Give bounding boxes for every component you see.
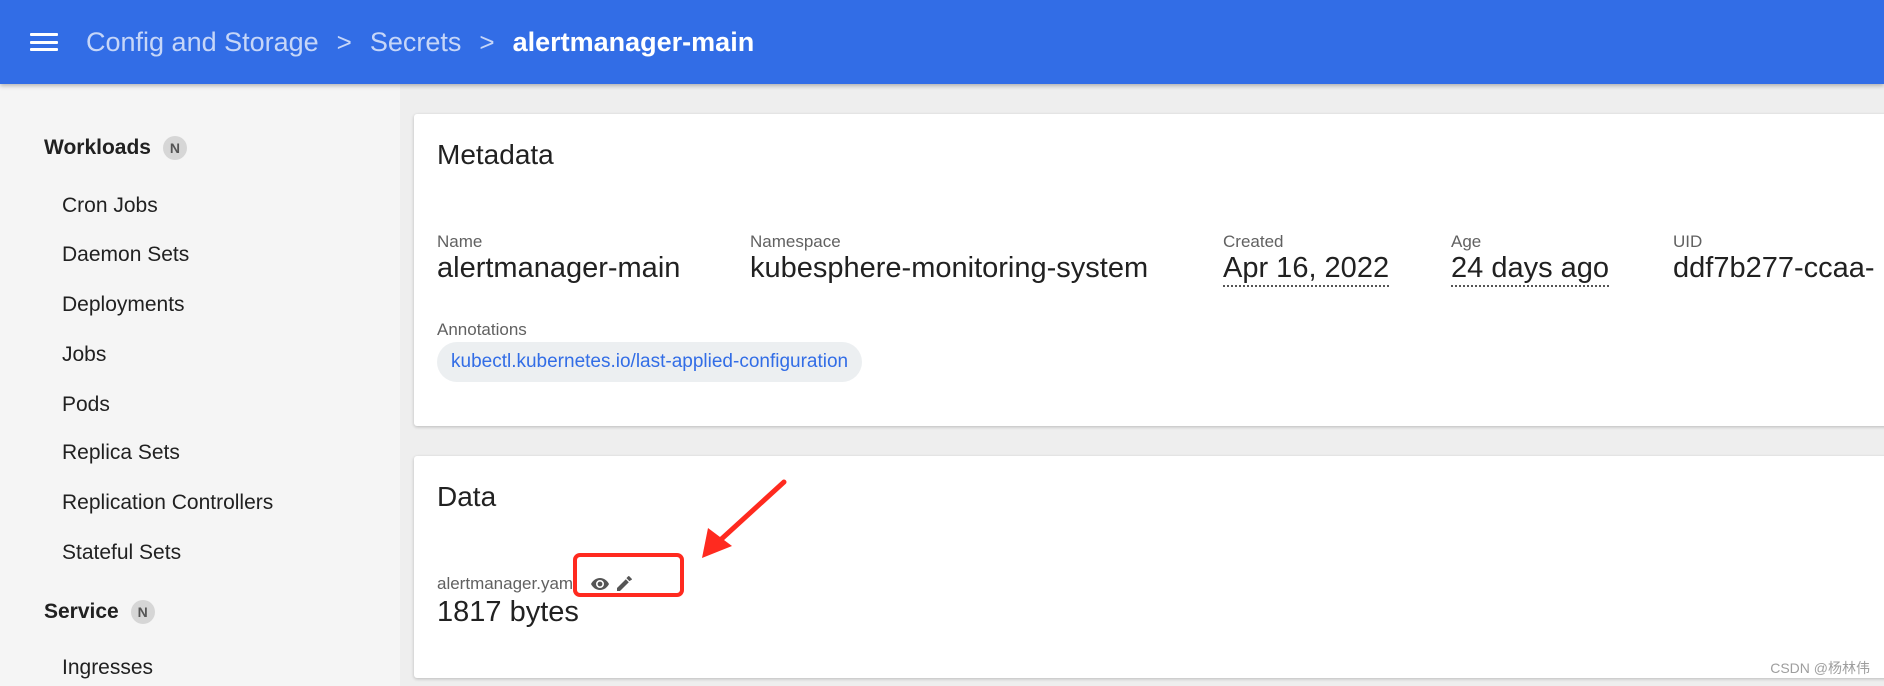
age-label: Age xyxy=(1451,232,1482,251)
created-label: Created xyxy=(1223,232,1284,251)
metadata-card: Metadata Name alertmanager-main Namespac… xyxy=(414,114,1884,426)
uid-value: ddf7b277-ccaa- xyxy=(1673,252,1875,284)
breadcrumb-current: alertmanager-main xyxy=(512,26,755,57)
name-label: Name xyxy=(437,232,483,251)
annotation-chip[interactable]: kubectl.kubernetes.io/last-applied-confi… xyxy=(437,342,863,382)
red-arrow-icon xyxy=(702,479,787,558)
sidebar-item-jobs[interactable]: Jobs xyxy=(62,343,106,367)
sidebar-item-replica-sets[interactable]: Replica Sets xyxy=(62,441,180,465)
namespace-label: Namespace xyxy=(750,232,841,251)
sidebar: Workloads N Cron Jobs Daemon Sets Deploy… xyxy=(0,84,400,686)
sidebar-item-pods[interactable]: Pods xyxy=(62,393,110,417)
sidebar-item-stateful-sets[interactable]: Stateful Sets xyxy=(62,541,181,565)
highlight-box xyxy=(573,553,684,597)
menu-icon[interactable] xyxy=(28,30,60,54)
chevron-right-icon: > xyxy=(479,26,495,57)
uid-label: UID xyxy=(1673,232,1703,251)
sidebar-item-cron-jobs[interactable]: Cron Jobs xyxy=(62,194,158,218)
name-value: alertmanager-main xyxy=(437,252,681,284)
age-value: 24 days ago xyxy=(1451,252,1610,287)
breadcrumb-config-and-storage[interactable]: Config and Storage xyxy=(86,27,319,58)
sidebar-section-workloads[interactable]: Workloads N xyxy=(44,136,187,160)
watermark: CSDN @杨林伟 xyxy=(1770,660,1870,676)
sidebar-section-label: Service xyxy=(44,600,119,623)
sidebar-item-replication-controllers[interactable]: Replication Controllers xyxy=(62,491,273,515)
namespaced-badge: N xyxy=(130,600,155,624)
sidebar-item-ingresses[interactable]: Ingresses xyxy=(62,656,153,680)
namespaced-badge: N xyxy=(162,136,187,160)
breadcrumb: Config and Storage > Secrets > alertmana… xyxy=(86,27,754,58)
data-size-value: 1817 bytes xyxy=(437,596,579,628)
sidebar-item-deployments[interactable]: Deployments xyxy=(62,293,185,317)
namespace-value: kubesphere-monitoring-system xyxy=(750,252,1149,284)
annotations-label: Annotations xyxy=(437,320,527,339)
sidebar-item-daemon-sets[interactable]: Daemon Sets xyxy=(62,243,189,267)
card-title: Metadata xyxy=(437,139,554,170)
created-value: Apr 16, 2022 xyxy=(1223,252,1390,287)
card-title: Data xyxy=(437,481,497,512)
data-key-label: alertmanager.yaml xyxy=(437,574,577,593)
top-toolbar: Config and Storage > Secrets > alertmana… xyxy=(0,0,1884,84)
sidebar-section-service[interactable]: Service N xyxy=(44,600,155,624)
sidebar-section-label: Workloads xyxy=(44,136,151,159)
chevron-right-icon: > xyxy=(336,26,352,57)
breadcrumb-secrets[interactable]: Secrets xyxy=(370,27,462,58)
